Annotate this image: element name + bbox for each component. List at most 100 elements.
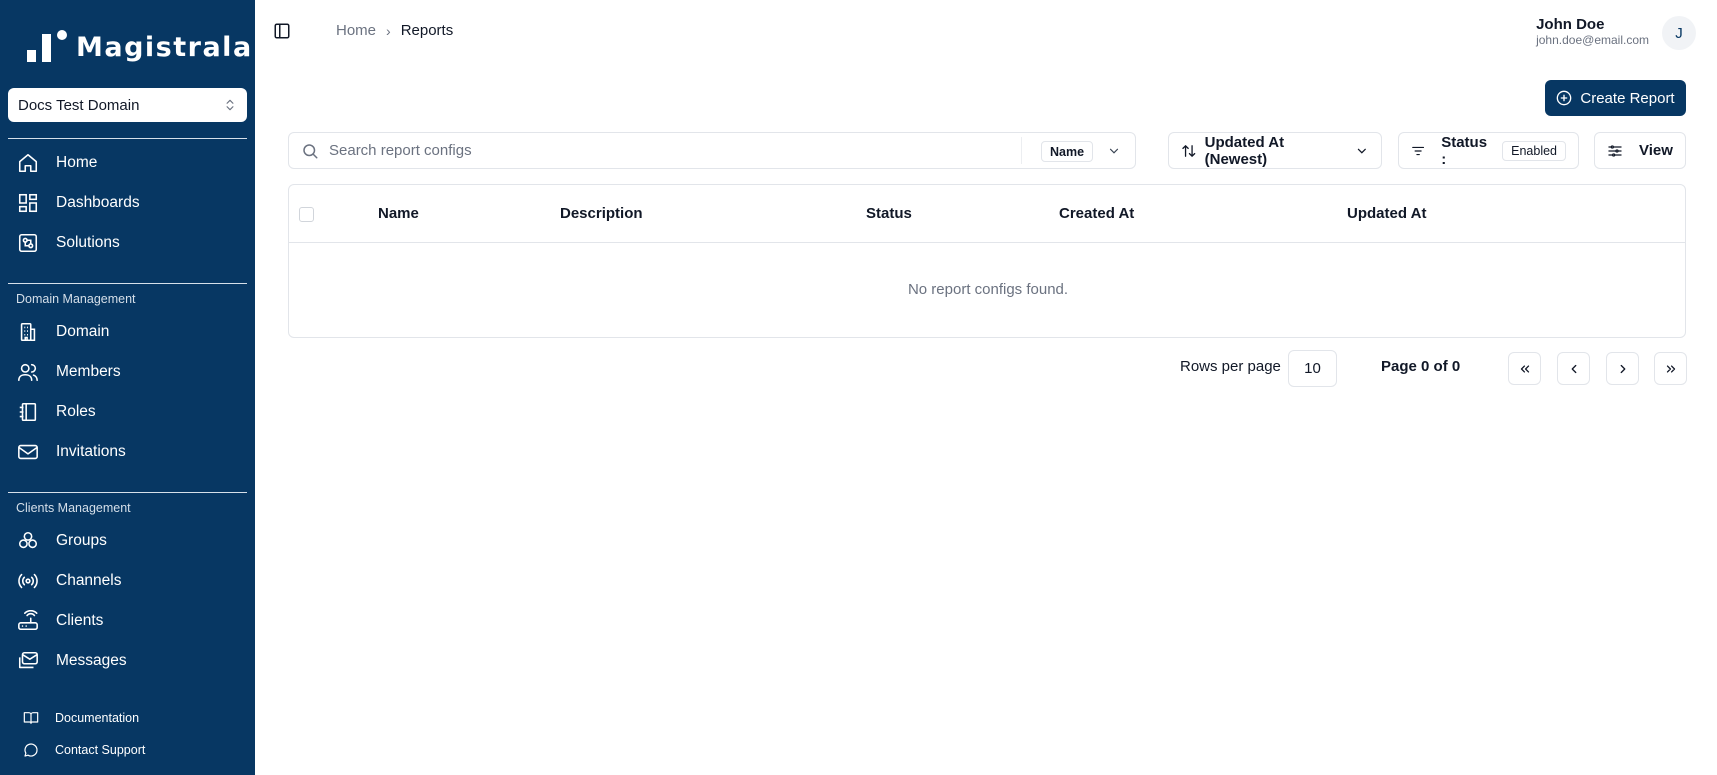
status-filter-value: Enabled [1502, 140, 1566, 161]
sidebar-item-members[interactable]: Members [16, 356, 121, 388]
sidebar-item-label: Home [56, 154, 98, 171]
avatar[interactable]: J [1662, 16, 1696, 50]
sidebar-item-label: Groups [56, 532, 107, 549]
column-header-updated-at[interactable]: Updated At [1347, 205, 1426, 222]
chevrons-up-down-icon [226, 99, 234, 111]
router-icon [16, 609, 40, 633]
sidebar-item-documentation[interactable]: Documentation [22, 702, 139, 734]
sliders-icon [1608, 144, 1622, 157]
last-page-button[interactable] [1654, 352, 1687, 385]
chevron-down-icon [1358, 148, 1367, 154]
chevron-right-icon: › [386, 22, 391, 39]
sidebar-item-dashboards[interactable]: Dashboards [16, 187, 140, 219]
user-email: john.doe@email.com [1536, 33, 1649, 47]
select-all-checkbox[interactable] [299, 207, 314, 222]
column-header-name[interactable]: Name [378, 205, 419, 222]
reports-table: Name Description Status Created At Updat… [288, 184, 1686, 338]
sort-button[interactable]: Updated At (Newest) [1168, 132, 1382, 169]
create-report-button[interactable]: Create Report [1545, 80, 1686, 116]
first-page-button[interactable] [1508, 352, 1541, 385]
section-label-clients-management: Clients Management [16, 501, 131, 515]
chevron-left-icon [1571, 364, 1576, 373]
search-input[interactable] [329, 142, 1019, 159]
book-icon [16, 400, 40, 424]
previous-page-button[interactable] [1557, 352, 1590, 385]
status-filter-label: Status : [1441, 133, 1488, 168]
sort-label: Updated At (Newest) [1204, 133, 1285, 168]
domain-switcher-value: Docs Test Domain [18, 96, 140, 114]
sidebar-divider [8, 138, 247, 139]
sidebar-item-label: Clients [56, 612, 104, 629]
status-filter-button[interactable]: Status : Enabled [1398, 132, 1579, 169]
sidebar-item-solutions[interactable]: Solutions [16, 227, 120, 259]
sidebar-toggle-icon[interactable] [273, 22, 291, 40]
sidebar-item-label: Channels [56, 572, 122, 589]
radio-icon [16, 569, 40, 593]
breadcrumb-current: Reports [400, 22, 454, 39]
column-header-description[interactable]: Description [560, 205, 643, 222]
next-page-button[interactable] [1606, 352, 1639, 385]
chevron-down-icon[interactable] [1107, 144, 1121, 158]
rows-per-page-label: Rows per page [1180, 358, 1281, 375]
groups-icon [16, 529, 40, 553]
rows-per-page-select[interactable]: 10 [1288, 350, 1337, 387]
search-bar: Name [288, 132, 1136, 169]
user-info[interactable]: John Doe john.doe@email.com [1536, 16, 1649, 48]
sidebar-item-label: Contact Support [55, 743, 146, 757]
sidebar-item-roles[interactable]: Roles [16, 396, 96, 428]
sidebar-item-messages[interactable]: Messages [16, 645, 127, 677]
sidebar-divider [8, 492, 247, 493]
view-options-button[interactable]: View [1594, 132, 1686, 169]
solutions-icon [16, 231, 40, 255]
search-field-select[interactable]: Name [1041, 141, 1094, 162]
user-name: John Doe [1536, 16, 1605, 33]
sidebar-divider [8, 283, 247, 284]
sidebar-item-label: Messages [56, 652, 127, 669]
app-name: Magistrala [76, 31, 253, 63]
chat-bubble-icon [22, 741, 40, 759]
sidebar-item-domain[interactable]: Domain [16, 316, 109, 348]
domain-switcher[interactable]: Docs Test Domain [8, 88, 247, 122]
sidebar-item-label: Domain [56, 323, 110, 340]
chevrons-right-icon [1666, 364, 1675, 373]
mail-icon [16, 440, 40, 464]
users-icon [16, 360, 40, 384]
filter-lines-icon [1412, 146, 1425, 155]
sidebar-item-label: Documentation [55, 711, 140, 725]
column-header-status[interactable]: Status [866, 205, 912, 222]
arrow-up-down-icon [1182, 144, 1196, 157]
empty-state-message: No report configs found. [907, 281, 1069, 298]
table-header: Name Description Status Created At Updat… [289, 185, 1685, 243]
app-logo[interactable]: Magistrala [26, 30, 253, 64]
sidebar-item-label: Members [56, 363, 121, 380]
sidebar-item-contact-support[interactable]: Contact Support [22, 734, 145, 766]
logo-mark-icon [26, 30, 72, 64]
sidebar-item-label: Dashboards [56, 194, 140, 211]
dashboard-icon [16, 191, 40, 215]
create-report-label: Create Report [1580, 89, 1675, 107]
home-icon [16, 151, 40, 175]
messages-icon [16, 649, 40, 673]
sidebar-item-channels[interactable]: Channels [16, 565, 122, 597]
search-icon [303, 143, 318, 158]
book-open-icon [22, 709, 40, 727]
sidebar-item-label: Invitations [56, 443, 126, 460]
sidebar-item-home[interactable]: Home [16, 147, 97, 179]
chevron-right-icon [1620, 364, 1625, 373]
breadcrumb-home-link[interactable]: Home [336, 22, 376, 39]
sidebar-item-groups[interactable]: Groups [16, 525, 107, 557]
column-header-created-at[interactable]: Created At [1059, 205, 1134, 222]
page-info: Page 0 of 0 [1381, 358, 1461, 375]
plus-circle-icon [1557, 90, 1572, 106]
building-icon [16, 320, 40, 344]
sidebar-item-clients[interactable]: Clients [16, 605, 103, 637]
chevrons-left-icon [1520, 364, 1529, 373]
breadcrumb: Home › Reports [336, 22, 453, 39]
sidebar-item-invitations[interactable]: Invitations [16, 436, 126, 468]
view-options-label: View [1639, 142, 1673, 159]
sidebar-item-label: Solutions [56, 234, 120, 251]
sidebar: Magistrala Docs Test Domain Home Dashboa… [0, 0, 255, 775]
search-divider [1021, 137, 1022, 164]
sidebar-item-label: Roles [56, 403, 96, 420]
section-label-domain-management: Domain Management [16, 292, 136, 306]
